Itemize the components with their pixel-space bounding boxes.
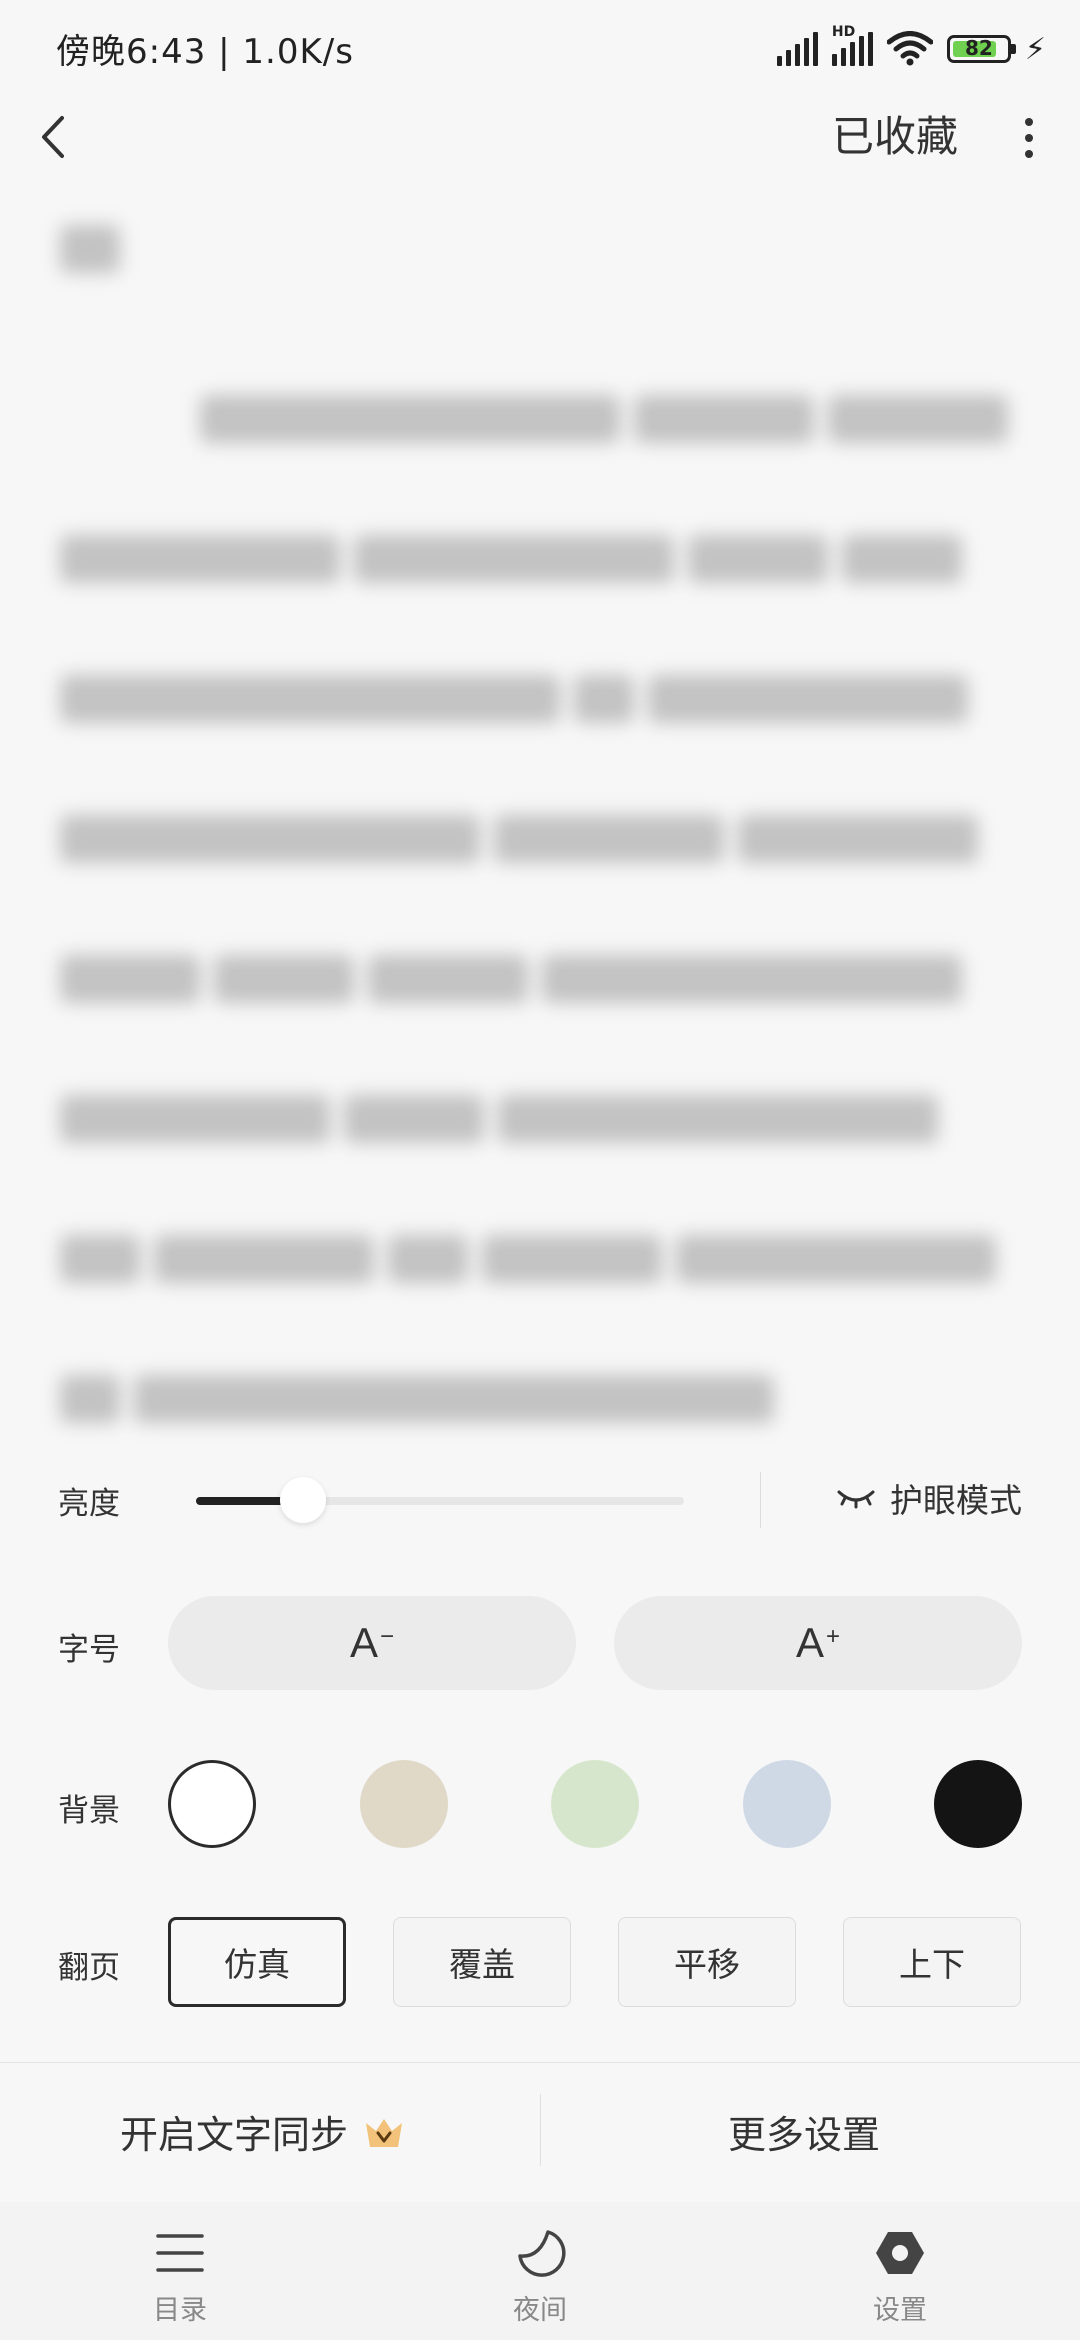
tab-label: 夜间 [513, 2295, 567, 2326]
chevron-left-icon [42, 116, 64, 158]
tab-label: 设置 [873, 2295, 927, 2326]
background-swatch-beige[interactable] [360, 1760, 448, 1848]
font-size-label: 字号 [58, 1632, 120, 1668]
text-sync-label: 开启文字同步 [120, 2113, 349, 2157]
divider [760, 1472, 761, 1528]
eye-protection-mode-button[interactable]: 护眼模式 [836, 1474, 1022, 1522]
text-sync-button[interactable]: 开启文字同步 [120, 2104, 406, 2159]
bottom-tab-bar: 目录 夜间 设置 [0, 2202, 1080, 2340]
more-button[interactable] [1004, 108, 1054, 168]
charging-icon: ⚡ [1024, 31, 1046, 67]
background-swatch-green[interactable] [551, 1760, 639, 1848]
page-turn-simulate-button[interactable]: 仿真 [168, 1917, 346, 2007]
back-button[interactable] [30, 106, 82, 168]
background-label: 背景 [58, 1793, 120, 1829]
page-turn-vertical-button[interactable]: 上下 [843, 1917, 1021, 2007]
status-icons: HD 82 ⚡ [776, 24, 1046, 72]
page-turn-cover-button[interactable]: 覆盖 [393, 1917, 571, 2007]
status-bar: 傍晚6:43 | 1.0K/s HD 82 ⚡ [0, 0, 1080, 96]
collected-button[interactable]: 已收藏 [832, 103, 958, 164]
eye-mode-label: 护眼模式 [890, 1481, 1022, 1520]
battery-level: 82 [965, 36, 993, 60]
more-vertical-icon [1025, 118, 1033, 126]
menu-icon [156, 2234, 204, 2272]
moon-icon [518, 2230, 566, 2277]
crown-icon [366, 2118, 403, 2147]
tab-catalog[interactable]: 目录 [80, 2202, 280, 2340]
font-increase-button[interactable]: A + [614, 1596, 1022, 1690]
wifi-icon [886, 31, 933, 66]
status-time: 傍晚6:43 | 1.0K/s [56, 32, 354, 72]
tab-label: 目录 [153, 2295, 207, 2326]
divider [540, 2094, 541, 2166]
blurred-reading-text [60, 200, 1020, 1430]
divider [0, 2062, 1080, 2063]
font-decrease-button[interactable]: A − [168, 1596, 576, 1690]
signal-icon [776, 32, 818, 66]
settings-icon [876, 2232, 924, 2274]
closed-eye-icon [837, 1490, 875, 1509]
page-turn-slide-button[interactable]: 平移 [618, 1917, 796, 2007]
signal-hd-icon: HD [831, 24, 873, 66]
battery-icon: 82 [946, 35, 1016, 63]
brightness-slider[interactable] [196, 1497, 684, 1505]
brightness-label: 亮度 [58, 1486, 120, 1522]
more-settings-button[interactable]: 更多设置 [728, 2104, 880, 2159]
background-swatch-blue[interactable] [743, 1760, 831, 1848]
page-turn-label: 翻页 [58, 1950, 120, 1986]
tab-night-mode[interactable]: 夜间 [440, 2202, 640, 2340]
tab-settings[interactable]: 设置 [800, 2202, 1000, 2340]
brightness-slider-thumb[interactable] [280, 1477, 326, 1523]
hd-label: HD [831, 24, 856, 40]
background-swatch-white[interactable] [168, 1760, 256, 1848]
background-swatch-black[interactable] [934, 1760, 1022, 1848]
